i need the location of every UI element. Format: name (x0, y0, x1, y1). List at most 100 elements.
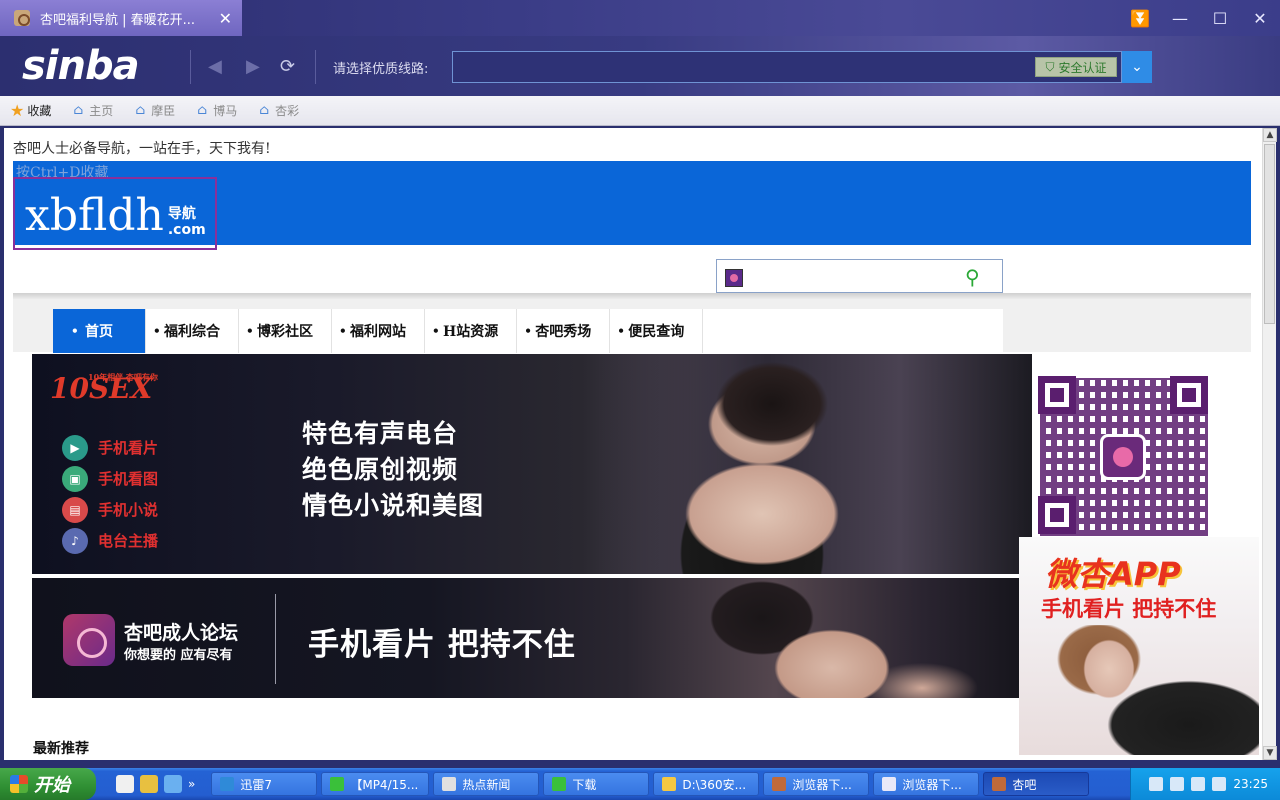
search-icon[interactable]: ⚲ (965, 265, 980, 289)
menu-item-home[interactable]: 首页 (53, 309, 146, 353)
quick-launch-icon[interactable] (140, 775, 158, 793)
menu-item[interactable]: 便民查询 (610, 309, 704, 353)
forum-subtitle: 你想要的 应有尽有 (124, 648, 233, 663)
taskbar-button[interactable]: 下载 (543, 772, 650, 796)
tray-app-icon[interactable] (1212, 777, 1227, 791)
feature-label: 手机看图 (98, 470, 159, 488)
app-icon (220, 777, 235, 791)
taskbar-button[interactable]: 【MP4/15... (321, 772, 430, 796)
taskbar-button[interactable]: 热点新闻 (433, 772, 540, 796)
close-button[interactable]: ✕ (1240, 0, 1280, 36)
refresh-button[interactable]: ⟳ (280, 56, 295, 77)
browser-tab-active[interactable]: 杏吧福利导航 | 春暖花开... ✕ (0, 0, 242, 36)
taskbar-button[interactable]: 迅雷7 (211, 772, 318, 796)
folder-icon (662, 777, 677, 791)
menu-item[interactable]: 杏吧秀场 (517, 309, 611, 353)
tab-list-icon[interactable]: ⏬ (1120, 0, 1160, 36)
app-advertisement[interactable]: 微杏APP 手机看片 把持不住 (1019, 537, 1259, 755)
menu-item[interactable]: H站资源 (425, 309, 518, 353)
feature-label: 手机小说 (98, 501, 159, 519)
bookmark-label: 博马 (213, 104, 238, 118)
scroll-up-icon[interactable]: ▲ (1263, 128, 1277, 142)
feature-item: ♪ 电台主播 (62, 525, 158, 556)
feature-item: ▣ 手机看图 (62, 463, 158, 494)
tab-title: 杏吧福利导航 | 春暖花开... (40, 12, 196, 28)
start-label: 开始 (34, 775, 70, 796)
quick-launch-overflow-icon[interactable]: » (188, 777, 195, 791)
app-icon (442, 777, 457, 791)
main-menu: 首页 福利综合 博彩社区 福利网站 H站资源 杏吧秀场 便民查询 (53, 309, 1003, 353)
app-ad-title: 微杏APP (1045, 555, 1181, 593)
ad-photo (1039, 625, 1259, 755)
book-icon: ▤ (62, 496, 88, 523)
bookmark-item[interactable]: ⌂ 博马 (197, 102, 237, 119)
taskbar-label: 浏览器下... (902, 777, 962, 792)
clock[interactable]: 23:25 (1233, 777, 1268, 791)
quick-launch: » (116, 775, 207, 793)
microphone-icon: ♪ (62, 527, 88, 554)
taskbar-label: 热点新闻 (462, 777, 511, 792)
taskbar-label: 【MP4/15... (350, 777, 419, 792)
qr-finder (1170, 376, 1208, 414)
system-tray: 23:25 (1130, 768, 1280, 800)
taskbar-button[interactable]: 浏览器下... (873, 772, 980, 796)
site-search-box[interactable]: ⚲ (716, 259, 1003, 293)
keyboard-icon[interactable] (1149, 777, 1164, 791)
menu-item[interactable]: 福利网站 (332, 309, 425, 353)
bookmark-item[interactable]: ⌂ 摩臣 (135, 102, 175, 119)
favorites-button[interactable]: ★ 收藏 (10, 101, 51, 120)
menu-item[interactable]: 博彩社区 (239, 309, 332, 353)
banner-slogan: 特色有声电台 (302, 419, 459, 448)
title-bar: 杏吧福利导航 | 春暖花开... ✕ ⏬ — ☐ ✕ (0, 0, 1280, 36)
star-icon: ★ (10, 101, 25, 120)
taskbar: 开始 » 迅雷7 【MP4/15... 热点新闻 下载 D:\360安... 浏… (0, 768, 1280, 800)
bookmark-label: 杏彩 (275, 104, 300, 118)
quick-launch-icon[interactable] (164, 775, 182, 793)
scroll-thumb[interactable] (1264, 144, 1275, 324)
taskbar-label: 下载 (572, 777, 597, 792)
film-icon: ▶ (62, 434, 88, 461)
app-icon (552, 777, 567, 791)
start-button[interactable]: 开始 (0, 768, 96, 800)
bookmark-item[interactable]: ⌂ 主页 (73, 102, 113, 119)
home-icon: ⌂ (135, 103, 146, 118)
favorites-label: 收藏 (27, 104, 52, 118)
menu-item[interactable]: 福利综合 (146, 309, 239, 353)
line-select-label: 请选择优质线路: (333, 62, 429, 77)
app-icon (772, 777, 787, 791)
window-controls: ⏬ — ☐ ✕ (1120, 0, 1280, 36)
search-engine-icon[interactable] (725, 269, 743, 287)
security-badge[interactable]: ⛉ 安全认证 (1035, 57, 1117, 77)
shield-icon: ⛉ (1045, 59, 1055, 74)
taskbar-button[interactable]: D:\360安... (653, 772, 760, 796)
back-button[interactable]: ◀ (208, 56, 222, 77)
forward-button[interactable]: ▶ (246, 56, 260, 77)
taskbar-label: 迅雷7 (240, 777, 272, 792)
minimize-button[interactable]: — (1160, 0, 1200, 36)
maximize-button[interactable]: ☐ (1200, 0, 1240, 36)
security-badge-label: 安全认证 (1058, 60, 1107, 75)
volume-icon[interactable] (1191, 777, 1206, 791)
forum-banner[interactable]: 杏吧成人论坛 你想要的 应有尽有 手机看片 把持不住 (32, 578, 1022, 698)
network-icon[interactable] (1170, 777, 1185, 791)
address-dropdown-button[interactable]: ⌄ (1122, 51, 1152, 83)
quick-launch-icon[interactable] (116, 775, 134, 793)
bookmark-item[interactable]: ⌂ 杏彩 (259, 102, 299, 119)
promo-banner[interactable]: 10年相伴 杏吧有你 10SEX ▶ 手机看片 ▣ 手机看图 ▤ 手机小说 ♪ … (32, 354, 1032, 574)
app-icon (992, 777, 1007, 791)
home-icon: ⌂ (259, 103, 270, 118)
app-icon (330, 777, 345, 791)
qr-finder (1038, 496, 1076, 534)
scroll-down-icon[interactable]: ▼ (1263, 746, 1277, 760)
tab-close-icon[interactable]: ✕ (219, 9, 232, 28)
taskbar-button-active[interactable]: 杏吧 (983, 772, 1090, 796)
banner-photo (672, 578, 1022, 698)
address-bar[interactable]: ⛉ 安全认证 (452, 51, 1122, 83)
qr-code (1032, 372, 1216, 538)
banner-divider (275, 594, 276, 684)
taskbar-button[interactable]: 浏览器下... (763, 772, 870, 796)
bookmark-label: 主页 (89, 104, 114, 118)
app-icon (882, 777, 897, 791)
site-logo[interactable]: xbfldh 导航 .com (13, 177, 217, 250)
vertical-scrollbar[interactable]: ▲ ▼ (1262, 128, 1277, 760)
